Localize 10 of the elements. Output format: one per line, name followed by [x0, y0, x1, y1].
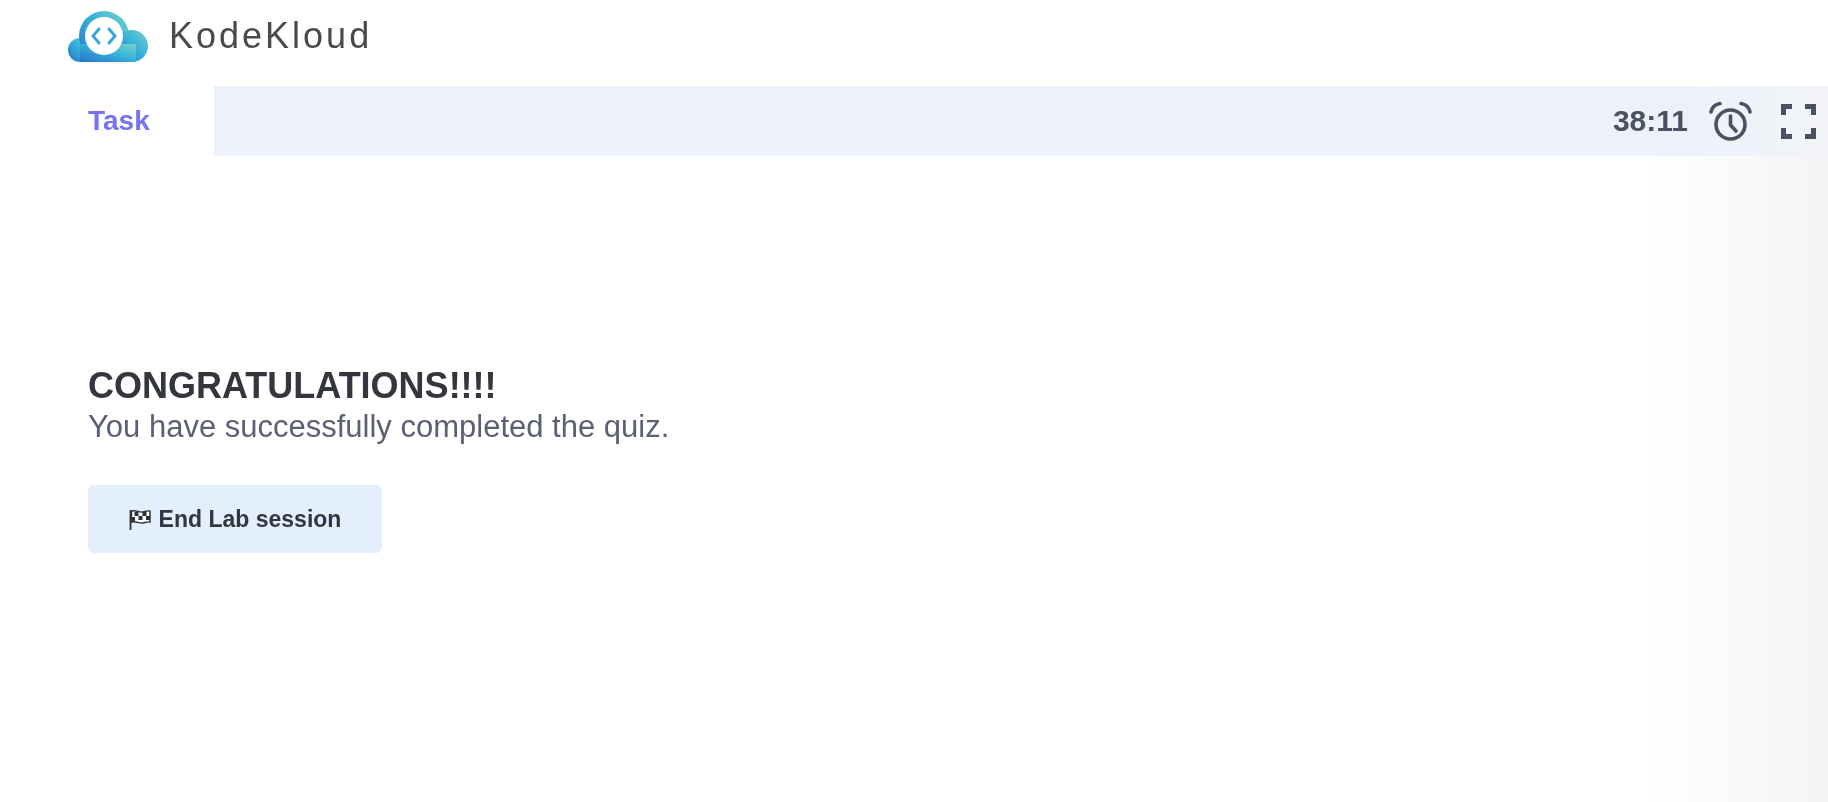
- brand-name: KodeKloud: [169, 18, 373, 54]
- cloud-logo-icon: [68, 10, 148, 62]
- end-session-button[interactable]: End Lab session: [88, 485, 382, 553]
- alarm-clock-icon: [1708, 101, 1753, 141]
- timer-text: 38:11: [1612, 103, 1688, 139]
- message-heading: CONGRATULATIONS!!!!: [88, 364, 497, 407]
- tab[interactable]: Task: [0, 86, 214, 156]
- message-text: You have successfully completed the quiz.: [88, 408, 670, 445]
- checkered-flag-icon: [128, 508, 151, 530]
- fullscreen-icon[interactable]: [1781, 103, 1816, 139]
